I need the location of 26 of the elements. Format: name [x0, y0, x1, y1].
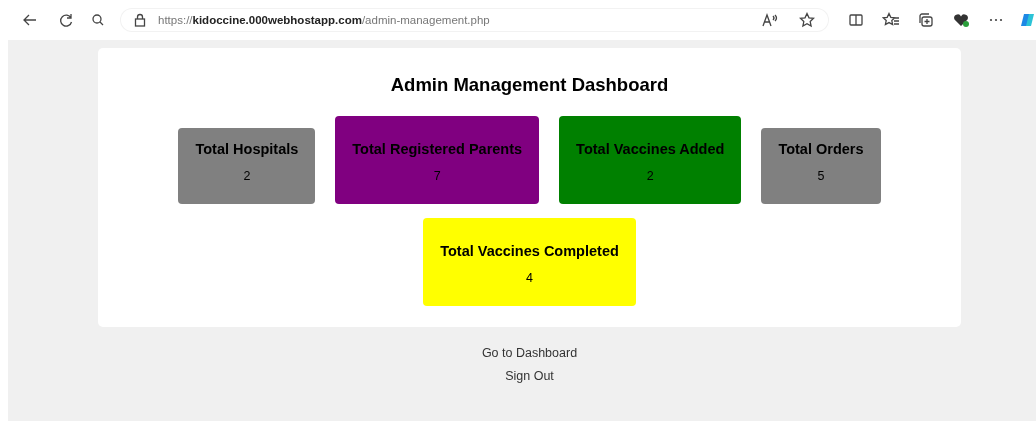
stat-label: Total Vaccines Added — [576, 140, 725, 158]
extension-icon[interactable] — [952, 12, 970, 28]
address-bar[interactable]: https://kidoccine.000webhostapp.com/admin-management.php — [120, 8, 829, 32]
stat-value: 7 — [432, 168, 442, 184]
nav-link[interactable]: Sign Out — [505, 368, 554, 385]
favorites-icon[interactable] — [882, 12, 900, 28]
refresh-icon[interactable] — [58, 12, 74, 28]
stat-value: 4 — [525, 270, 534, 286]
url-text: https://kidoccine.000webhostapp.com/admin-management.php — [158, 14, 490, 26]
star-icon[interactable] — [799, 12, 815, 28]
lock-icon[interactable] — [134, 13, 146, 27]
read-aloud-icon[interactable] — [761, 12, 779, 28]
stat-label: Total Orders — [778, 140, 864, 158]
nav-link[interactable]: Go to Dashboard — [481, 345, 578, 362]
copilot-icon[interactable] — [1020, 12, 1036, 28]
back-icon[interactable] — [22, 12, 38, 28]
stat-value: 5 — [816, 168, 826, 184]
stat-value: 2 — [242, 168, 252, 184]
stat-label: Total Registered Parents — [352, 140, 523, 158]
collections-icon[interactable] — [918, 12, 934, 28]
dashboard-title: Admin Management Dashboard — [389, 74, 670, 96]
split-screen-icon[interactable] — [848, 12, 864, 28]
search-icon[interactable] — [90, 12, 106, 28]
stat-value: 2 — [645, 168, 655, 184]
stat-label: Total Hospitals — [195, 140, 299, 158]
stat-label: Total Vaccines Completed — [440, 242, 619, 260]
